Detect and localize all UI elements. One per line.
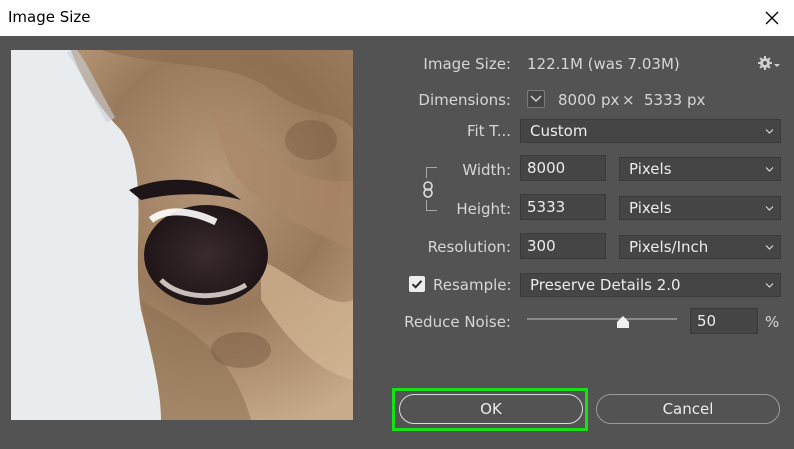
ok-button[interactable]: OK bbox=[399, 394, 583, 424]
reduce-noise-slider-thumb[interactable] bbox=[617, 315, 629, 328]
fit-to-value: Custom bbox=[530, 122, 588, 140]
dimensions-units-dropdown[interactable] bbox=[527, 90, 545, 108]
reduce-noise-unit: % bbox=[765, 313, 780, 331]
resolution-label: Resolution: bbox=[427, 238, 511, 256]
image-preview[interactable] bbox=[11, 50, 353, 420]
cancel-button[interactable]: Cancel bbox=[596, 394, 780, 424]
chevron-down-icon bbox=[530, 95, 542, 102]
dimensions-width-value: 8000 px bbox=[558, 91, 620, 109]
chevron-down-icon bbox=[765, 167, 774, 172]
dimensions-height-value: 5333 px bbox=[644, 91, 706, 109]
resolution-value: 300 bbox=[527, 237, 556, 255]
resample-checkbox[interactable] bbox=[409, 276, 425, 292]
dimensions-times: × bbox=[622, 91, 635, 109]
resample-method-value: Preserve Details 2.0 bbox=[530, 276, 681, 294]
image-size-value: 122.1M (was 7.03M) bbox=[527, 55, 680, 73]
width-input[interactable]: 8000 bbox=[520, 155, 606, 181]
resolution-unit-select[interactable]: Pixels/Inch bbox=[619, 235, 781, 259]
close-button[interactable] bbox=[760, 6, 784, 30]
height-value: 5333 bbox=[527, 198, 566, 216]
slider-thumb-icon bbox=[617, 316, 629, 328]
height-label: Height: bbox=[456, 200, 511, 218]
link-icon bbox=[423, 181, 433, 198]
constrain-proportions-toggle[interactable] bbox=[420, 180, 436, 200]
settings-button[interactable] bbox=[757, 54, 781, 72]
chevron-down-icon bbox=[765, 129, 774, 134]
chevron-down-icon bbox=[765, 283, 774, 288]
resample-label: Resample: bbox=[433, 276, 512, 294]
fit-to-label: Fit T... bbox=[466, 122, 511, 140]
constrain-bracket-bottom bbox=[426, 200, 437, 211]
chevron-down-icon bbox=[765, 245, 774, 250]
window-title: Image Size bbox=[8, 8, 91, 26]
reduce-noise-label: Reduce Noise: bbox=[404, 313, 511, 331]
width-unit-select[interactable]: Pixels bbox=[619, 157, 781, 181]
checkmark-icon bbox=[411, 280, 423, 289]
preview-image bbox=[11, 50, 353, 420]
dimensions-label: Dimensions: bbox=[418, 91, 511, 109]
width-unit-value: Pixels bbox=[629, 160, 672, 178]
resolution-input[interactable]: 300 bbox=[520, 233, 606, 259]
close-icon bbox=[765, 11, 779, 25]
reduce-noise-value: 50 bbox=[697, 312, 717, 330]
height-unit-value: Pixels bbox=[629, 199, 672, 217]
gear-icon bbox=[758, 56, 780, 70]
constrain-bracket-top bbox=[426, 167, 437, 178]
reduce-noise-slider[interactable] bbox=[527, 318, 677, 320]
title-bar: Image Size bbox=[0, 0, 794, 36]
width-label: Width: bbox=[462, 161, 511, 179]
resample-method-select[interactable]: Preserve Details 2.0 bbox=[520, 273, 781, 297]
width-value: 8000 bbox=[527, 159, 566, 177]
resolution-unit-value: Pixels/Inch bbox=[629, 238, 709, 256]
height-input[interactable]: 5333 bbox=[520, 194, 606, 220]
height-unit-select[interactable]: Pixels bbox=[619, 196, 781, 220]
fit-to-select[interactable]: Custom bbox=[520, 119, 781, 143]
reduce-noise-input[interactable]: 50 bbox=[690, 308, 758, 334]
chevron-down-icon bbox=[765, 206, 774, 211]
image-size-label: Image Size: bbox=[423, 55, 511, 73]
